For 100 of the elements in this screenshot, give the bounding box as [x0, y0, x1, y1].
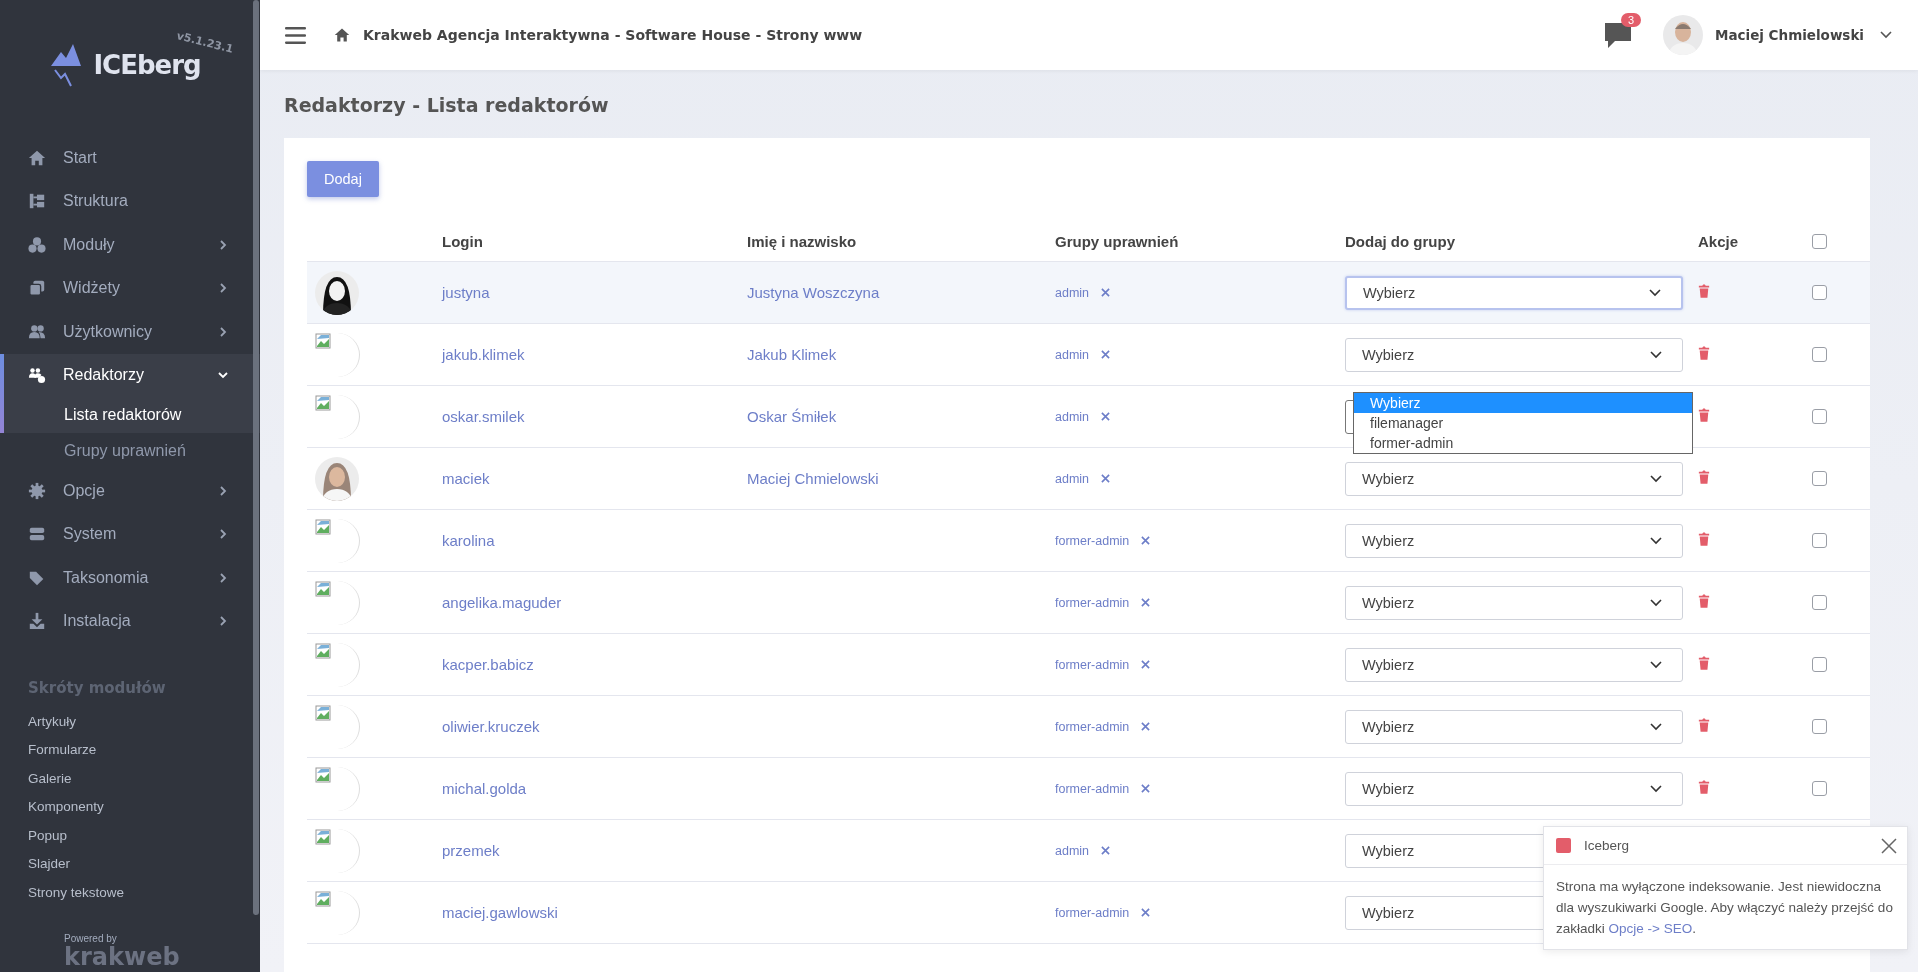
row-checkbox[interactable]	[1812, 409, 1827, 424]
menu-icon[interactable]	[285, 26, 306, 44]
remove-icon[interactable]	[1101, 846, 1111, 855]
copy-icon	[28, 279, 46, 298]
column-header: Imię i nazwisko	[747, 232, 858, 250]
group-select[interactable]: Wybierz	[1345, 771, 1683, 806]
login-link[interactable]: maciej.gawlowski	[442, 904, 747, 921]
login-link[interactable]: jakub.klimek	[442, 346, 747, 363]
sidebar-item[interactable]: Użytkownicy	[0, 310, 260, 354]
broken-image-icon	[315, 394, 331, 411]
delete-icon[interactable]	[1698, 656, 1710, 670]
sidebar-item[interactable]: Widżety	[0, 266, 260, 310]
remove-icon[interactable]	[1101, 350, 1111, 359]
add-button[interactable]: Dodaj	[307, 161, 379, 197]
group-tag: admin	[1055, 471, 1090, 486]
column-header: Grupy uprawnień	[1055, 232, 1180, 250]
page-title: Redaktorzy - Lista redaktorów	[284, 94, 610, 116]
sidebar-item[interactable]: Instalacja	[0, 599, 260, 643]
row-checkbox[interactable]	[1812, 285, 1827, 300]
shortcut-link[interactable]: Strony tekstowe	[0, 878, 260, 907]
shortcut-link[interactable]: Popup	[0, 821, 260, 850]
sidebar-item[interactable]: Start	[0, 136, 260, 180]
shortcut-link[interactable]: Slajder	[0, 849, 260, 878]
group-select[interactable]: Wybierz	[1345, 337, 1683, 372]
site-name[interactable]: Krakweb Agencja Interaktywna - Software House - Strony www	[363, 27, 863, 43]
delete-icon[interactable]	[1698, 284, 1710, 298]
row-checkbox[interactable]	[1812, 533, 1827, 548]
group-tag: former-admin	[1055, 595, 1130, 610]
login-link[interactable]: justyna	[442, 284, 747, 301]
delete-icon[interactable]	[1698, 532, 1710, 546]
shortcut-link[interactable]: Komponenty	[0, 792, 260, 821]
row-checkbox[interactable]	[1812, 719, 1827, 734]
toast-title: Iceberg	[1584, 838, 1631, 853]
row-checkbox[interactable]	[1812, 595, 1827, 610]
sidebar-item[interactable]: Redaktorzy	[4, 353, 260, 397]
submenu-item[interactable]: Grupy uprawnień	[0, 433, 260, 469]
remove-icon[interactable]	[1101, 474, 1111, 483]
delete-icon[interactable]	[1698, 346, 1710, 360]
login-link[interactable]: karolina	[442, 532, 747, 549]
remove-icon[interactable]	[1141, 536, 1151, 545]
group-select[interactable]: Wybierz	[1345, 523, 1683, 558]
row-checkbox[interactable]	[1812, 347, 1827, 362]
remove-icon[interactable]	[1141, 722, 1151, 731]
row-checkbox[interactable]	[1812, 781, 1827, 796]
home-icon	[28, 148, 46, 167]
brand-logo: krakweb	[64, 944, 181, 970]
shortcut-link[interactable]: Artykuły	[0, 707, 260, 736]
remove-icon[interactable]	[1141, 598, 1151, 607]
group-select[interactable]: Wybierz	[1345, 709, 1683, 744]
delete-icon[interactable]	[1698, 470, 1710, 484]
sidebar-item[interactable]: Moduły	[0, 223, 260, 267]
login-link[interactable]: kacper.babicz	[442, 656, 747, 673]
group-tag: admin	[1055, 285, 1090, 300]
remove-icon[interactable]	[1141, 660, 1151, 669]
delete-icon[interactable]	[1698, 780, 1710, 794]
sidebar-item[interactable]: Taksonomia	[0, 556, 260, 600]
group-select[interactable]: Wybierz	[1345, 647, 1683, 682]
remove-icon[interactable]	[1101, 288, 1111, 297]
group-select[interactable]: Wybierz	[1345, 461, 1683, 496]
login-link[interactable]: oliwier.kruczek	[442, 718, 747, 735]
broken-image-icon	[315, 580, 331, 597]
login-link[interactable]: oskar.smilek	[442, 408, 747, 425]
tree-icon	[28, 192, 46, 211]
name-link[interactable]: Oskar Śmiłek	[747, 408, 837, 425]
powered-by-label: Powered by	[64, 933, 118, 944]
group-select[interactable]: Wybierz	[1345, 585, 1683, 620]
name-link[interactable]: Jakub Klimek	[747, 346, 837, 363]
delete-icon[interactable]	[1698, 594, 1710, 608]
shortcut-link[interactable]: Galerie	[0, 764, 260, 793]
group-tag: former-admin	[1055, 781, 1130, 796]
remove-icon[interactable]	[1141, 784, 1151, 793]
name-link[interactable]: Maciej Chmielowski	[747, 470, 879, 487]
login-link[interactable]: michal.golda	[442, 780, 747, 797]
column-header: Akcje	[1698, 232, 1740, 250]
name-link[interactable]: Justyna Woszczyna	[747, 284, 880, 301]
user-name[interactable]: Maciej Chmielowski	[1714, 27, 1864, 43]
login-link[interactable]: maciek	[442, 470, 747, 487]
submenu-item[interactable]: Lista redaktorów	[4, 397, 260, 433]
login-link[interactable]: angelika.maguder	[442, 594, 747, 611]
row-checkbox[interactable]	[1812, 471, 1827, 486]
group-select[interactable]: Wybierz	[1345, 275, 1683, 310]
sidebar-item[interactable]: Opcje	[0, 469, 260, 513]
dropdown-option[interactable]: filemanager	[1354, 412, 1692, 433]
sidebar-item[interactable]: Struktura	[0, 179, 260, 223]
row-checkbox[interactable]	[1812, 657, 1827, 672]
select-all-checkbox[interactable]	[1812, 233, 1827, 249]
scrollbar[interactable]	[253, 0, 259, 915]
dropdown-option[interactable]: former-admin	[1354, 432, 1692, 453]
login-link[interactable]: przemek	[442, 842, 747, 859]
dropdown-option[interactable]: Wybierz	[1354, 392, 1692, 413]
home-icon[interactable]	[334, 27, 350, 43]
delete-icon[interactable]	[1698, 408, 1710, 422]
chevron-down-icon	[1650, 722, 1662, 731]
remove-icon[interactable]	[1141, 908, 1151, 917]
delete-icon[interactable]	[1698, 718, 1710, 732]
remove-icon[interactable]	[1101, 412, 1111, 421]
sidebar-item[interactable]: System	[0, 512, 260, 556]
close-icon[interactable]	[1881, 837, 1897, 854]
chevron-down-icon[interactable]	[1880, 31, 1892, 39]
shortcut-link[interactable]: Formularze	[0, 735, 260, 764]
